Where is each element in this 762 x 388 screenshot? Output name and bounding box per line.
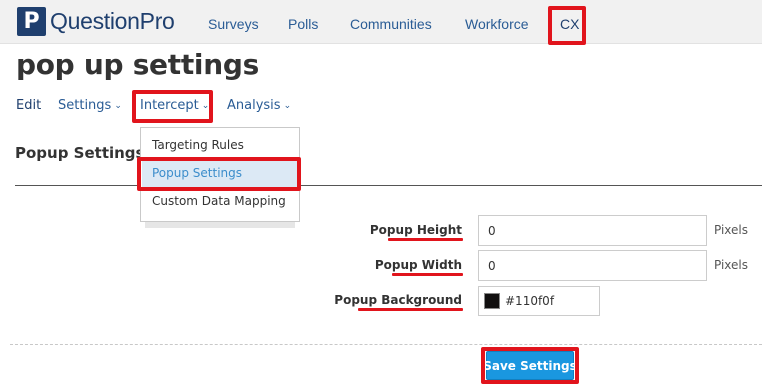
nav-surveys[interactable]: Surveys [208, 16, 259, 32]
popup-background-label: Popup Background [334, 293, 462, 307]
brand-logo[interactable]: P QuestionPro [17, 6, 175, 36]
dropdown-item-custom-data-mapping[interactable]: Custom Data Mapping [152, 194, 286, 208]
label-underline [392, 273, 463, 276]
popup-background-color-input[interactable]: #110f0f [478, 286, 600, 316]
subnav-settings[interactable]: Settings ⌄ [58, 98, 122, 113]
popup-width-value: 0 [488, 258, 496, 273]
section-title: Popup Settings [15, 144, 145, 162]
popup-height-unit: Pixels [714, 223, 749, 237]
dropdown-item-popup-settings[interactable]: Popup Settings [152, 166, 242, 180]
section-divider [15, 185, 762, 186]
popup-width-unit: Pixels [714, 258, 749, 272]
popup-height-label: Popup Height [369, 223, 462, 237]
nav-communities[interactable]: Communities [350, 16, 432, 32]
chevron-down-icon: ⌄ [201, 101, 210, 111]
nav-workforce[interactable]: Workforce [465, 16, 529, 32]
save-settings-button[interactable]: Save Settings [483, 351, 577, 380]
dropdown-item-targeting-rules[interactable]: Targeting Rules [152, 138, 244, 152]
popup-width-input[interactable]: 0 [478, 250, 707, 281]
footer-divider [10, 344, 762, 345]
popup-width-label: Popup Width [374, 258, 462, 272]
page-title: pop up settings [16, 48, 259, 81]
subnav-intercept[interactable]: Intercept ⌄ [140, 98, 209, 113]
subnav-analysis[interactable]: Analysis ⌄ [227, 98, 291, 113]
label-underline [358, 308, 463, 311]
subnav-settings-label: Settings [58, 98, 112, 113]
brand-name: QuestionPro [50, 7, 175, 34]
label-underline [388, 238, 463, 241]
popup-height-input[interactable]: 0 [478, 215, 707, 246]
chevron-down-icon: ⌄ [114, 101, 122, 111]
popup-background-value: #110f0f [505, 294, 555, 308]
brand-logo-icon: P [17, 6, 46, 36]
subnav-intercept-label: Intercept [140, 98, 199, 113]
nav-cx[interactable]: CX [560, 16, 579, 32]
subnav-analysis-label: Analysis [227, 98, 281, 113]
subnav-edit[interactable]: Edit [16, 98, 41, 113]
popup-height-value: 0 [488, 223, 496, 238]
color-swatch[interactable] [484, 293, 500, 309]
chevron-down-icon: ⌄ [283, 101, 292, 111]
intercept-dropdown-menu: Targeting Rules Popup Settings Custom Da… [140, 127, 300, 222]
nav-polls[interactable]: Polls [288, 16, 318, 32]
